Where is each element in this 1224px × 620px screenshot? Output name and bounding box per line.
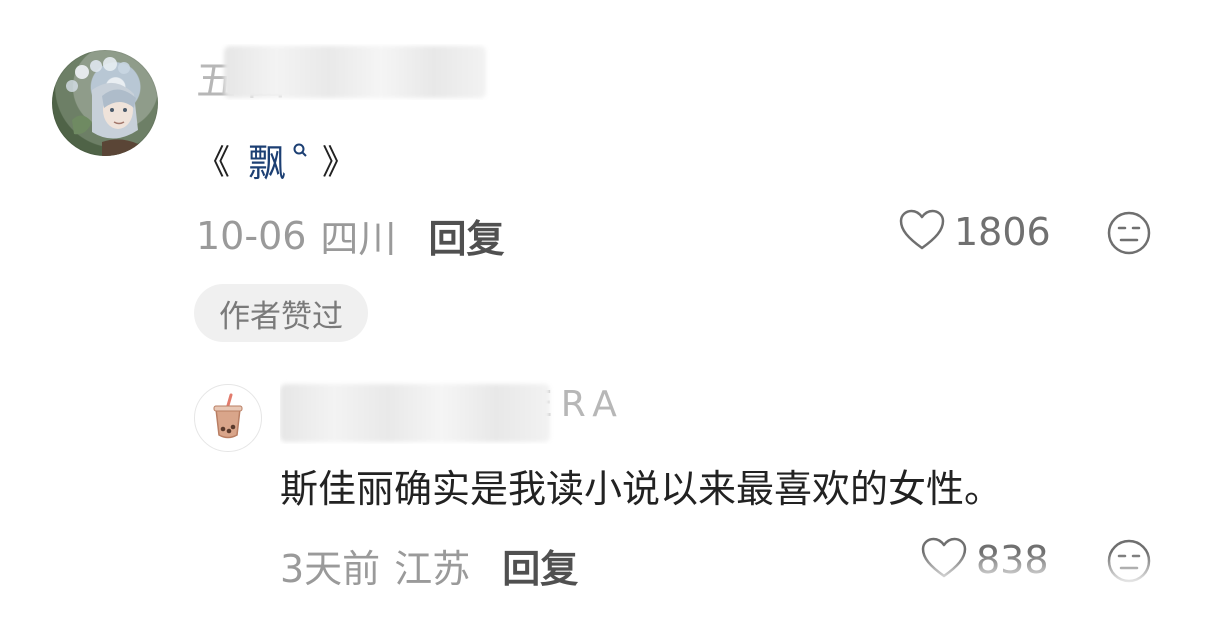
reply-text: 斯佳丽确实是我读小说以来最喜欢的女性。 [280,467,1003,511]
comment-date: 10-06 [196,213,307,258]
reply-like-button[interactable]: 838 [920,536,1049,584]
bubble-tea-icon [213,393,243,439]
reply-button[interactable]: 回复 [428,208,504,263]
topic-link[interactable]: 飘 [248,132,322,187]
author-liked-badge: 作者赞过 [194,284,368,342]
comment-text: 《 飘 》 [196,132,356,187]
avatar[interactable] [52,50,158,156]
topic-label: 飘 [248,141,287,185]
reply-location: 江苏 [394,547,471,591]
like-button[interactable]: 1806 [898,208,1051,256]
heart-outline-icon [920,536,968,584]
reply-username[interactable]: ERA [280,378,640,444]
meh-face-icon[interactable] [1106,210,1152,260]
like-count: 1806 [954,210,1051,254]
reply-reply-button[interactable]: 回复 [502,538,578,593]
heart-outline-icon [898,208,946,256]
reply-like-count: 838 [976,538,1049,582]
reply-username-redaction [280,384,550,442]
username[interactable]: 五囗 [196,44,516,100]
open-bracket: 《 [196,143,230,183]
comment-location: 四川 [320,217,397,261]
reply-avatar[interactable] [194,384,262,452]
reply-meta: 3天前 江苏 回复 [280,538,578,593]
reply-date: 3天前 [280,547,381,591]
search-icon [292,142,308,162]
close-bracket: 》 [322,143,357,183]
username-redaction [224,46,486,98]
avatar-illustration [66,57,138,156]
comment-meta: 10-06 四川 回复 [196,208,504,263]
meh-face-icon[interactable] [1106,538,1152,588]
